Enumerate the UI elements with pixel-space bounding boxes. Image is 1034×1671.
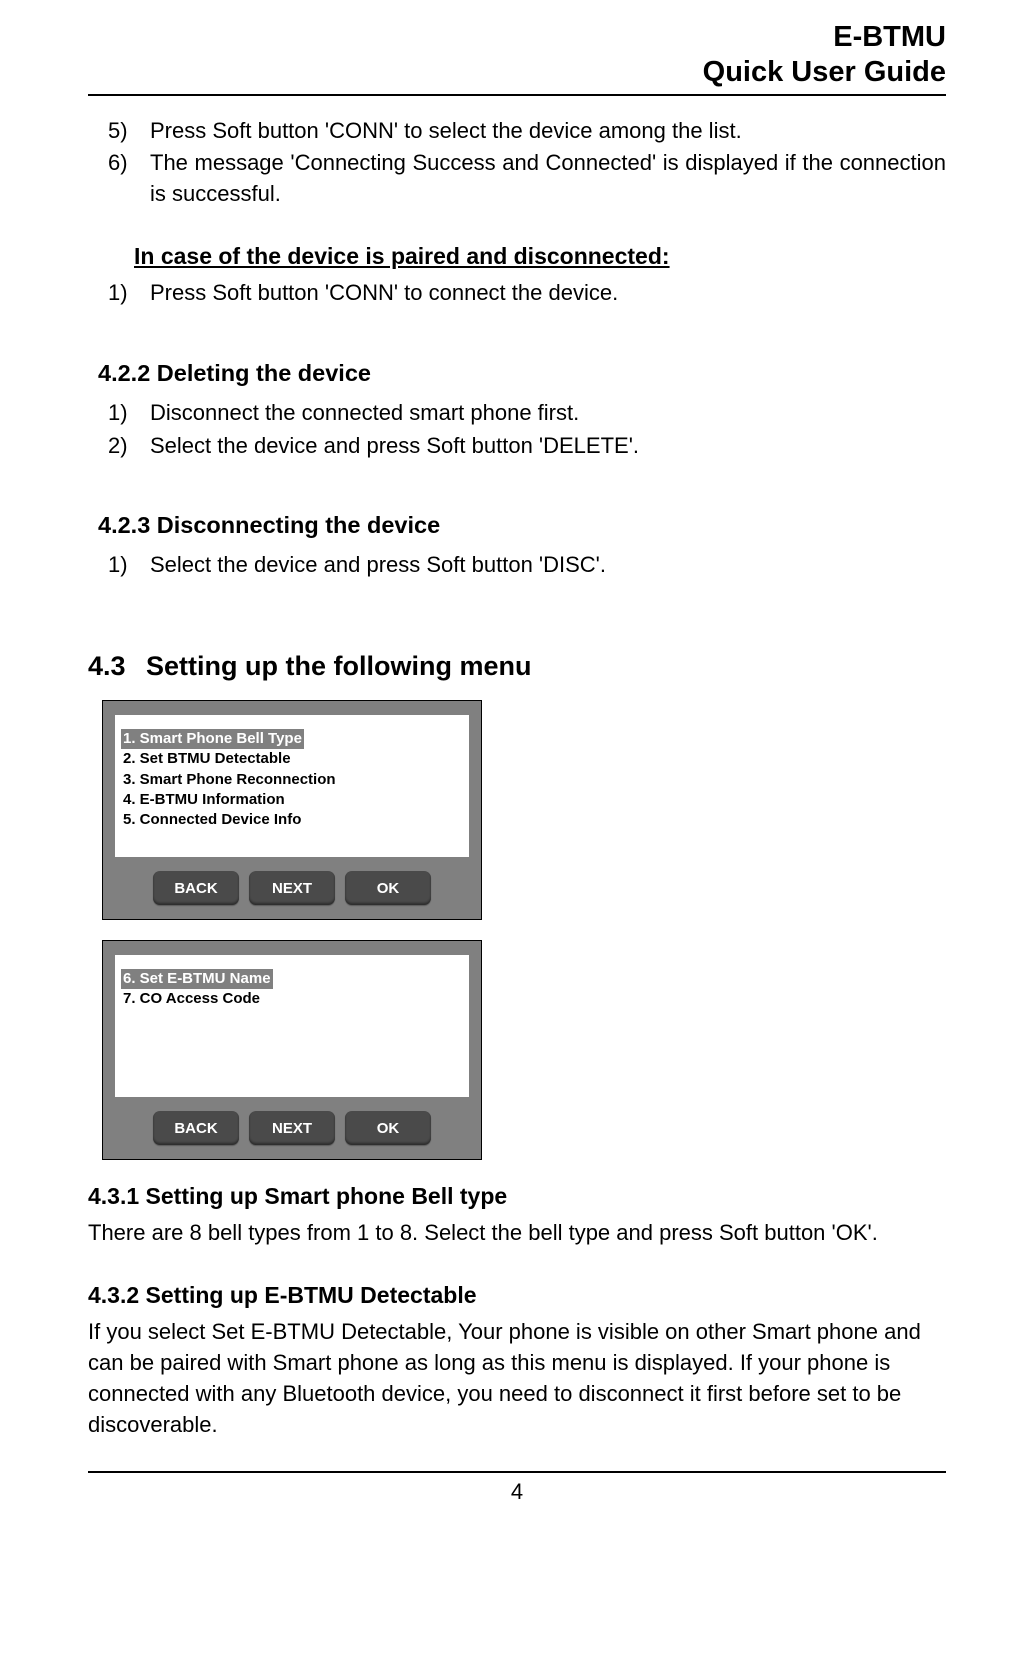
- back-button[interactable]: BACK: [153, 1111, 239, 1145]
- doc-title-line1: E-BTMU: [88, 20, 946, 55]
- next-button[interactable]: NEXT: [249, 871, 335, 905]
- next-button[interactable]: NEXT: [249, 1111, 335, 1145]
- case-list: 1)Press Soft button 'CONN' to connect th…: [98, 278, 946, 309]
- list-item: 1)Press Soft button 'CONN' to connect th…: [98, 278, 946, 309]
- menu-item[interactable]: 4. E-BTMU Information: [121, 790, 287, 810]
- step-number: 5): [98, 116, 150, 147]
- page-number: 4: [88, 1479, 946, 1525]
- back-button[interactable]: BACK: [153, 871, 239, 905]
- lcd-panel: 6. Set E-BTMU Name 7. CO Access Code: [115, 955, 469, 1097]
- doc-title-line2: Quick User Guide: [88, 55, 946, 90]
- step-text: The message 'Connecting Success and Conn…: [150, 148, 946, 210]
- menu-item[interactable]: 3. Smart Phone Reconnection: [121, 770, 338, 790]
- section-4-3-2-body: If you select Set E-BTMU Detectable, You…: [88, 1317, 946, 1440]
- footer-rule: [88, 1471, 946, 1473]
- menu-item[interactable]: 7. CO Access Code: [121, 989, 262, 1009]
- section-number: 4.3: [88, 651, 146, 682]
- menu-item-selected[interactable]: 1. Smart Phone Bell Type: [121, 729, 304, 749]
- step-text: Disconnect the connected smart phone fir…: [150, 398, 946, 429]
- list-item: 6)The message 'Connecting Success and Co…: [98, 148, 946, 210]
- header-rule: [88, 94, 946, 96]
- step-text: Select the device and press Soft button …: [150, 550, 946, 581]
- list-item: 1)Select the device and press Soft butto…: [98, 550, 946, 581]
- step-number: 6): [98, 148, 150, 210]
- section-4-3-title: 4.3 Setting up the following menu: [88, 651, 946, 682]
- s423-list: 1)Select the device and press Soft butto…: [98, 550, 946, 581]
- device-screen-2: 6. Set E-BTMU Name 7. CO Access Code BAC…: [102, 940, 482, 1160]
- menu-item[interactable]: 5. Connected Device Info: [121, 810, 303, 830]
- softkey-row: BACK NEXT OK: [115, 1111, 469, 1145]
- step-number: 1): [98, 278, 150, 309]
- section-4-3-1-title: 4.3.1 Setting up Smart phone Bell type: [88, 1180, 946, 1212]
- list-item: 1)Disconnect the connected smart phone f…: [98, 398, 946, 429]
- s422-list: 1)Disconnect the connected smart phone f…: [98, 398, 946, 462]
- step-number: 1): [98, 398, 150, 429]
- step-number: 2): [98, 431, 150, 462]
- ok-button[interactable]: OK: [345, 871, 431, 905]
- top-steps-list: 5)Press Soft button 'CONN' to select the…: [98, 116, 946, 210]
- section-4-3-1-body: There are 8 bell types from 1 to 8. Sele…: [88, 1218, 946, 1249]
- step-number: 1): [98, 550, 150, 581]
- section-4-3-2-title: 4.3.2 Setting up E-BTMU Detectable: [88, 1279, 946, 1311]
- softkey-row: BACK NEXT OK: [115, 871, 469, 905]
- step-text: Press Soft button 'CONN' to connect the …: [150, 278, 946, 309]
- section-4-2-3-title: 4.2.3 Disconnecting the device: [98, 509, 946, 542]
- menu-item-selected[interactable]: 6. Set E-BTMU Name: [121, 969, 273, 989]
- lcd-panel: 1. Smart Phone Bell Type 2. Set BTMU Det…: [115, 715, 469, 857]
- doc-header: E-BTMU Quick User Guide: [88, 20, 946, 90]
- section-4-2-2-title: 4.2.2 Deleting the device: [98, 357, 946, 390]
- step-text: Select the device and press Soft button …: [150, 431, 946, 462]
- list-item: 2)Select the device and press Soft butto…: [98, 431, 946, 462]
- list-item: 5)Press Soft button 'CONN' to select the…: [98, 116, 946, 147]
- section-title-text: Setting up the following menu: [146, 651, 531, 682]
- menu-item[interactable]: 2. Set BTMU Detectable: [121, 749, 293, 769]
- ok-button[interactable]: OK: [345, 1111, 431, 1145]
- case-heading: In case of the device is paired and disc…: [134, 240, 946, 272]
- device-screen-1: 1. Smart Phone Bell Type 2. Set BTMU Det…: [102, 700, 482, 920]
- step-text: Press Soft button 'CONN' to select the d…: [150, 116, 946, 147]
